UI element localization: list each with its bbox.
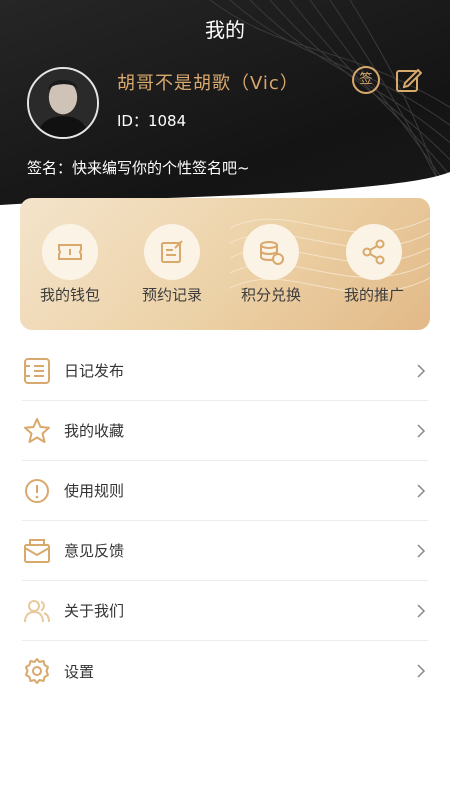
- menu-item-favorites[interactable]: 我的收藏: [22, 401, 428, 461]
- quick-action-promotion[interactable]: 我的推广: [334, 224, 414, 305]
- chevron-right-icon: [417, 603, 426, 618]
- users-icon: [24, 599, 50, 622]
- quick-action-label: 我的推广: [343, 286, 404, 304]
- menu-item-rules[interactable]: 使用规则: [22, 461, 428, 521]
- ticket-icon: [58, 244, 82, 260]
- quick-action-appointments[interactable]: 预约记录: [132, 224, 212, 305]
- menu-item-label: 日记发布: [64, 362, 125, 380]
- page-title: 我的: [205, 18, 245, 42]
- chevron-right-icon: [417, 543, 426, 558]
- edit-profile-icon[interactable]: [394, 66, 422, 94]
- chevron-right-icon: [417, 423, 426, 438]
- star-icon: [24, 417, 50, 443]
- menu-item-settings[interactable]: 设置: [22, 641, 428, 701]
- chevron-right-icon: [417, 483, 426, 498]
- checkin-icon[interactable]: 签: [352, 66, 380, 94]
- settings-menu: 日记发布 我的收藏 使用规则 意见反馈 关于我们 设置: [22, 341, 428, 701]
- quick-action-wallet[interactable]: 我的钱包: [30, 224, 110, 305]
- chevron-right-icon: [417, 664, 426, 678]
- username: 胡哥不是胡歌（Vic）: [117, 73, 299, 94]
- menu-item-label: 关于我们: [64, 602, 125, 620]
- menu-item-label: 我的收藏: [64, 422, 125, 440]
- quick-action-label: 预约记录: [141, 286, 202, 304]
- quick-actions-card: 我的钱包 预约记录 积分兑换 我的推广: [20, 198, 430, 330]
- menu-item-about[interactable]: 关于我们: [22, 581, 428, 641]
- list-icon: [24, 357, 50, 384]
- menu-item-label: 使用规则: [64, 482, 125, 500]
- avatar[interactable]: [27, 67, 99, 139]
- signature-text[interactable]: 签名：快来编写你的个性签名吧~: [27, 157, 250, 178]
- mail-icon: [24, 538, 50, 563]
- chevron-right-icon: [417, 363, 426, 378]
- quick-action-points[interactable]: 积分兑换: [231, 224, 311, 305]
- menu-item-feedback[interactable]: 意见反馈: [22, 521, 428, 581]
- menu-item-label: 设置: [64, 662, 95, 681]
- quick-action-label: 我的钱包: [39, 286, 100, 304]
- menu-item-label: 意见反馈: [64, 542, 125, 560]
- info-icon: [25, 478, 49, 503]
- coins-icon: [260, 241, 284, 265]
- edit-note-icon: [161, 240, 183, 263]
- menu-item-diary[interactable]: 日记发布: [22, 341, 428, 401]
- gear-icon: [25, 658, 49, 684]
- quick-action-label: 积分兑换: [240, 286, 301, 304]
- user-id: ID：1084: [117, 112, 187, 130]
- share-icon: [362, 239, 385, 265]
